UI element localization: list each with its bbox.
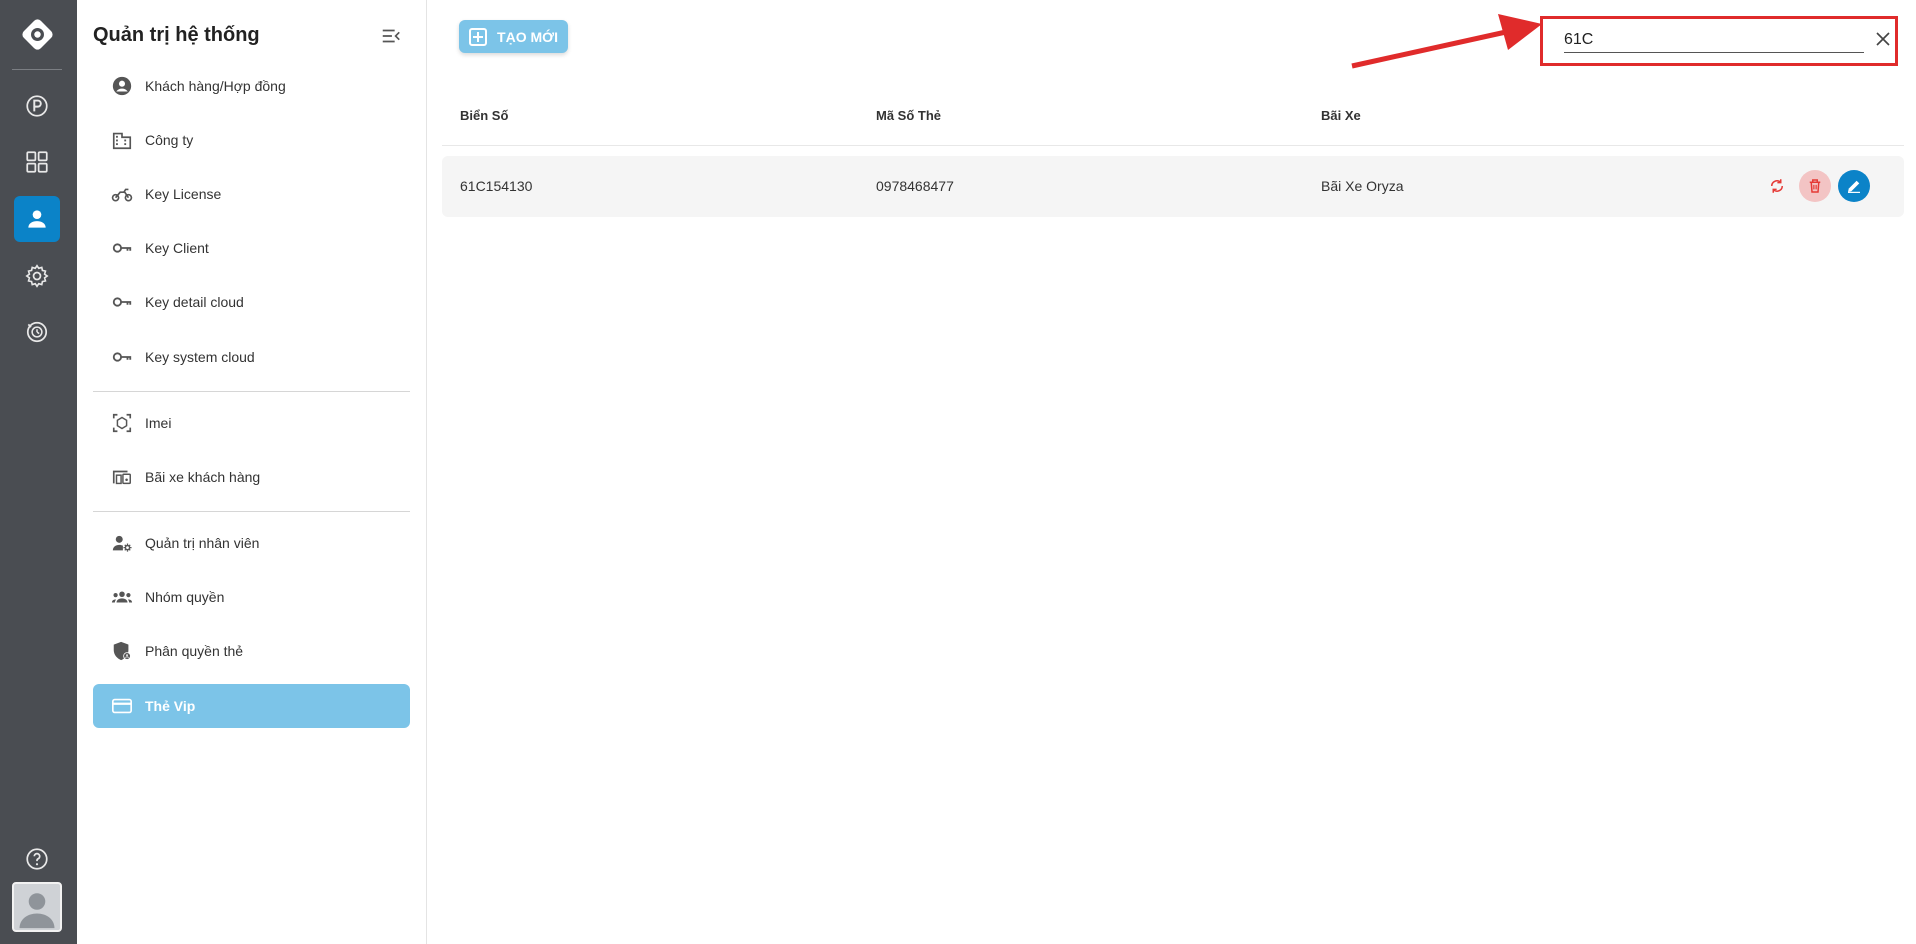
trash-icon bbox=[1809, 179, 1821, 193]
column-header-ma-so-the[interactable]: Mã Số Thẻ bbox=[876, 108, 941, 123]
cell-ma-so-the: 0978468477 bbox=[876, 178, 954, 194]
sidebar-item-label: Thẻ Vip bbox=[145, 698, 196, 714]
cell-bien-so: 61C154130 bbox=[460, 178, 533, 194]
credit-card-icon bbox=[111, 695, 133, 717]
pencil-icon bbox=[1848, 180, 1860, 193]
sidebar-item-key-license[interactable]: Key License bbox=[93, 172, 410, 216]
create-new-label: TẠO MỚI bbox=[497, 28, 558, 45]
user-cog-icon bbox=[111, 532, 133, 554]
table-row[interactable]: 61C154130 0978468477 Bãi Xe Oryza bbox=[442, 156, 1904, 217]
scan-cube-icon bbox=[111, 412, 133, 434]
rail-parking-button[interactable] bbox=[14, 83, 60, 129]
building-icon bbox=[111, 129, 133, 151]
sidebar-item-label: Phân quyền thẻ bbox=[145, 643, 244, 659]
account-circle-icon bbox=[111, 75, 133, 97]
cell-bai-xe: Bãi Xe Oryza bbox=[1321, 178, 1404, 194]
grid-icon bbox=[26, 151, 48, 173]
rail-admin-button[interactable] bbox=[14, 196, 60, 242]
group-icon bbox=[111, 586, 133, 608]
sidebar-item-key-detail-cloud[interactable]: Key detail cloud bbox=[93, 280, 410, 324]
sidebar-item-cong-ty[interactable]: Công ty bbox=[93, 118, 410, 162]
sidebar-item-label: Key Client bbox=[145, 240, 209, 256]
sidebar-title: Quản trị hệ thống bbox=[93, 24, 260, 46]
sidebar-item-label: Key detail cloud bbox=[145, 294, 244, 310]
gear-icon bbox=[25, 264, 49, 288]
sidebar-item-key-system-cloud[interactable]: Key system cloud bbox=[93, 335, 410, 379]
column-header-bai-xe[interactable]: Bãi Xe bbox=[1321, 108, 1361, 123]
sync-icon bbox=[1771, 179, 1783, 193]
close-icon[interactable] bbox=[1874, 30, 1892, 48]
edit-button[interactable] bbox=[1838, 170, 1870, 202]
sidebar-item-label: Khách hàng/Hợp đồng bbox=[145, 78, 286, 94]
sidebar-item-quan-tri-nhan-vien[interactable]: Quản trị nhân viên bbox=[93, 521, 410, 565]
sidebar-item-label: Công ty bbox=[145, 132, 194, 148]
user-avatar[interactable] bbox=[12, 882, 62, 932]
rail-history-button[interactable] bbox=[14, 309, 60, 355]
table-header: Biển Số Mã Số Thẻ Bãi Xe bbox=[442, 104, 1904, 146]
sidebar-item-bai-xe-khach-hang[interactable]: Bãi xe khách hàng bbox=[93, 455, 410, 499]
app-logo-icon[interactable] bbox=[19, 16, 56, 53]
sidebar-item-label: Key License bbox=[145, 186, 222, 202]
sync-button[interactable] bbox=[1761, 170, 1793, 202]
sidebar-item-label: Bãi xe khách hàng bbox=[145, 469, 261, 485]
sidebar-item-nhom-quyen[interactable]: Nhóm quyền bbox=[93, 575, 410, 619]
help-icon bbox=[26, 848, 48, 870]
plus-icon bbox=[469, 27, 488, 46]
sidebar-item-khach-hang[interactable]: Khách hàng/Hợp đồng bbox=[93, 64, 410, 108]
key-icon bbox=[111, 346, 133, 368]
sidebar-divider bbox=[93, 391, 410, 392]
collapse-sidebar-button[interactable] bbox=[380, 25, 402, 47]
sidebar-item-label: Quản trị nhân viên bbox=[145, 535, 260, 551]
annotation-arrow bbox=[1351, 14, 1542, 69]
sidebar-item-the-vip[interactable]: Thẻ Vip bbox=[93, 684, 410, 728]
user-icon bbox=[28, 210, 46, 228]
avatar-icon bbox=[19, 893, 55, 929]
devices-icon bbox=[111, 466, 133, 488]
shield-icon bbox=[111, 640, 133, 662]
delete-button[interactable] bbox=[1799, 170, 1831, 202]
app-rail bbox=[0, 0, 77, 944]
history-icon bbox=[26, 321, 48, 343]
search-input[interactable] bbox=[1564, 27, 1864, 53]
sidebar-item-label: Nhóm quyền bbox=[145, 589, 225, 605]
sidebar-item-key-client[interactable]: Key Client bbox=[93, 226, 410, 270]
rail-settings-button[interactable] bbox=[14, 253, 60, 299]
parking-icon bbox=[26, 95, 48, 117]
rail-help-button[interactable] bbox=[14, 836, 60, 882]
search-highlight-box bbox=[1540, 16, 1898, 66]
sidebar-divider bbox=[93, 511, 410, 512]
column-header-bien-so[interactable]: Biển Số bbox=[460, 108, 508, 123]
create-new-button[interactable]: TẠO MỚI bbox=[459, 20, 568, 53]
sidebar-item-label: Key system cloud bbox=[145, 349, 255, 365]
sidebar-item-imei[interactable]: Imei bbox=[93, 401, 410, 445]
motorcycle-icon bbox=[111, 183, 133, 205]
key-icon bbox=[111, 291, 133, 313]
sidebar-item-label: Imei bbox=[145, 415, 172, 431]
sidebar: Quản trị hệ thống Khách hàng/Hợp đồng Cô… bbox=[77, 0, 427, 944]
key-icon bbox=[111, 237, 133, 259]
sidebar-item-phan-quyen-the[interactable]: Phân quyền thẻ bbox=[93, 629, 410, 673]
rail-dashboard-button[interactable] bbox=[14, 139, 60, 185]
rail-divider bbox=[12, 69, 62, 70]
main-content: TẠO MỚI Biển Số Mã Số Thẻ Bãi Xe 61C1541… bbox=[428, 0, 1916, 944]
menu-collapse-icon bbox=[382, 29, 400, 43]
